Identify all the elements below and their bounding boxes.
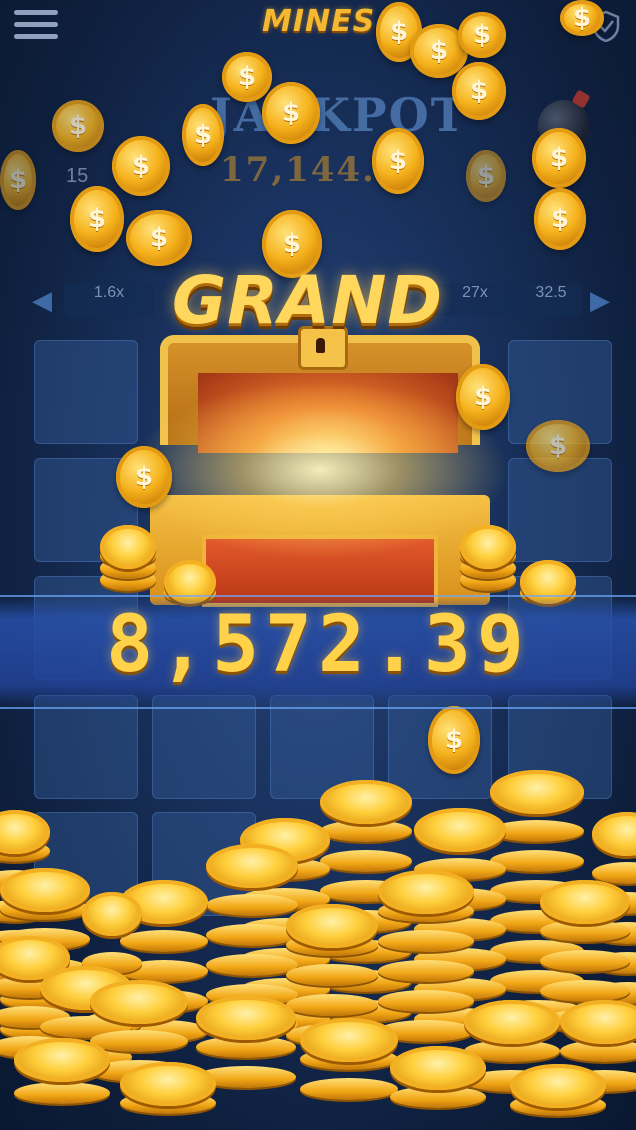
coin-icon: $ xyxy=(112,136,170,196)
multiplier-cell: 27x xyxy=(430,284,520,316)
coin-icon: $ xyxy=(372,128,424,194)
coin-icon: $ xyxy=(182,104,224,166)
left-arrow-icon[interactable]: ◀ xyxy=(32,286,52,316)
multiplier-cell: 1.6x xyxy=(64,284,154,316)
treasure-chest xyxy=(130,320,510,607)
coin-icon: $ xyxy=(452,62,506,120)
coin-stack xyxy=(300,1018,398,1130)
right-arrow-icon[interactable]: ▶ xyxy=(590,286,610,316)
chest-glow xyxy=(130,380,510,560)
coin-stack xyxy=(14,1038,110,1130)
coin-stack xyxy=(390,1046,486,1130)
grid-tile[interactable] xyxy=(508,458,612,562)
hamburger-menu-icon[interactable] xyxy=(14,6,58,46)
grid-tile[interactable] xyxy=(152,695,256,799)
coin-icon: $ xyxy=(456,364,510,430)
coin-icon: $ xyxy=(532,128,586,188)
coin-icon: $ xyxy=(222,52,272,102)
coin-icon: $ xyxy=(126,210,192,266)
jackpot-value: 17,144. xyxy=(220,150,376,190)
coin-stack xyxy=(460,525,516,595)
multiplier-cell: 32.5 xyxy=(520,284,582,316)
coin-stack xyxy=(100,525,156,595)
coin-icon: $ xyxy=(534,188,586,250)
coin-icon: $ xyxy=(116,446,172,508)
game-logo: MINES xyxy=(262,4,376,39)
coin-icon: $ xyxy=(262,82,320,144)
coin-icon: $ xyxy=(0,150,36,210)
coin-icon: $ xyxy=(526,420,590,472)
coin-stack xyxy=(120,1062,216,1130)
grid-tile[interactable] xyxy=(34,340,138,444)
coin-icon: $ xyxy=(560,0,604,36)
game-screen: MINES JACKPOT 17,144. 15 ◀ 1.6x 27x 32.5… xyxy=(0,0,636,1130)
coin-icon: $ xyxy=(458,12,506,58)
coin-icon: $ xyxy=(70,186,124,252)
coin-icon: $ xyxy=(52,100,104,152)
coin-icon: $ xyxy=(428,706,480,774)
win-amount: 8,572.39 xyxy=(106,600,530,690)
win-tier-title: GRAND xyxy=(172,262,444,339)
level-number: 15 xyxy=(66,165,89,187)
grid-tile[interactable] xyxy=(34,695,138,799)
coin-icon: $ xyxy=(466,150,506,202)
coin-stack xyxy=(510,1064,606,1130)
